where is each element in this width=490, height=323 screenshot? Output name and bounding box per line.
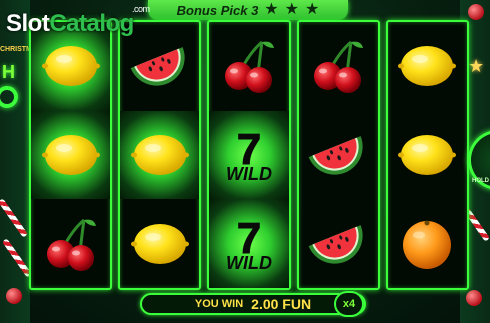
orange-icon bbox=[388, 199, 467, 288]
multiplier-badge: x4 bbox=[334, 291, 364, 317]
star-icon: ★ bbox=[304, 1, 320, 18]
win-amount: 2.00 FUN bbox=[251, 296, 312, 312]
reel-5 bbox=[385, 20, 470, 290]
candy-cane-icon bbox=[0, 198, 29, 238]
svg-text:WILD: WILD bbox=[226, 164, 272, 184]
reel-3: 7 WILD 7 WILD bbox=[207, 20, 291, 290]
christmas-label: CHRISTMAS bbox=[0, 46, 42, 53]
reel-4 bbox=[296, 20, 380, 290]
cherry-icon bbox=[299, 22, 378, 111]
wild-icon: 7 WILD bbox=[209, 199, 289, 289]
reel-1 bbox=[29, 20, 113, 290]
left-decoration: CHRISTMAS H bbox=[0, 0, 42, 323]
hold-label: HOLD bbox=[472, 178, 489, 184]
star-icon: ★ bbox=[264, 1, 279, 18]
cherry-icon bbox=[209, 22, 288, 111]
lemon-icon bbox=[31, 110, 111, 200]
star-decoration-icon: ★ bbox=[468, 56, 485, 76]
star-icon: ★ bbox=[284, 1, 299, 18]
ornament-icon bbox=[468, 4, 484, 20]
lemon-icon bbox=[120, 110, 200, 200]
svg-text:WILD: WILD bbox=[226, 253, 272, 273]
slotcatalog-logo: SlotCatalog .com bbox=[6, 4, 150, 37]
watermelon-icon bbox=[299, 199, 378, 288]
bonus-title: Bonus Pick 3 bbox=[176, 2, 259, 18]
cherry-icon bbox=[31, 199, 110, 288]
win-label: YOU WIN bbox=[194, 298, 244, 310]
bonus-pick-banner: Bonus Pick 3 ★ ★ ★ bbox=[148, 0, 348, 20]
reel-2 bbox=[118, 20, 202, 290]
win-bar: YOU WIN 2.00 FUN bbox=[140, 293, 366, 315]
lemon-icon bbox=[388, 111, 467, 200]
lemon-icon bbox=[388, 22, 467, 111]
watermelon-icon bbox=[299, 111, 378, 200]
ornament-icon bbox=[466, 290, 482, 306]
side-letter: H bbox=[2, 62, 15, 82]
ring-decoration bbox=[0, 86, 18, 108]
reel-grid: 7 WILD 7 WILD bbox=[29, 20, 470, 290]
wild-icon: 7 WILD bbox=[209, 110, 289, 200]
lemon-icon bbox=[120, 199, 199, 288]
ornament-icon bbox=[6, 288, 22, 304]
candy-cane-icon bbox=[1, 238, 33, 278]
